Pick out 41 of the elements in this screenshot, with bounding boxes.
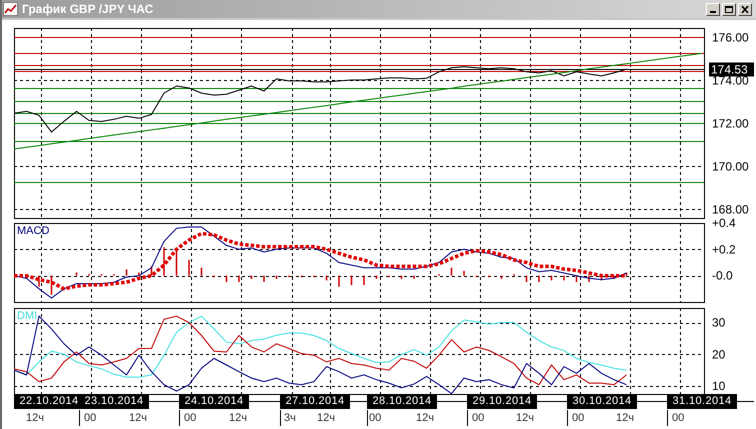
date-label: 28.10.2014 bbox=[367, 394, 437, 409]
maximize-icon bbox=[725, 6, 733, 12]
window-title: График GBP /JPY ЧАС bbox=[22, 1, 154, 18]
axis-label: 10 bbox=[712, 379, 726, 393]
hour-label: 00 bbox=[672, 411, 684, 425]
axis-label: 20 bbox=[712, 347, 726, 362]
date-label: 30.10.2014 bbox=[567, 394, 637, 409]
axis-label: 176.00 bbox=[712, 30, 749, 44]
hour-label: 00 bbox=[84, 411, 96, 425]
close-icon bbox=[741, 6, 749, 12]
hour-label: 12ч bbox=[616, 411, 634, 425]
date-label: 27.10.2014 bbox=[280, 394, 350, 409]
date-label: 29.10.2014 bbox=[467, 394, 537, 409]
axis-label: 172.00 bbox=[712, 116, 749, 130]
hour-label: 12ч bbox=[26, 411, 44, 425]
minimize-button[interactable] bbox=[706, 2, 720, 16]
hour-label: 12ч bbox=[129, 411, 147, 425]
hour-label: 12ч bbox=[317, 411, 335, 425]
axis-label: 170.00 bbox=[712, 159, 749, 174]
hour-label: 3ч bbox=[284, 411, 296, 425]
axis-label: -0.0 bbox=[712, 268, 733, 283]
minimize-icon bbox=[710, 10, 716, 12]
date-label: 24.10.2014 bbox=[179, 394, 249, 409]
hour-label: 12ч bbox=[229, 411, 247, 425]
indicator-title: DMI bbox=[17, 310, 38, 322]
chart-icon bbox=[3, 2, 18, 16]
hour-label: 00 bbox=[369, 411, 382, 425]
axis-label: 30 bbox=[712, 316, 726, 330]
axis-label: +0.4 bbox=[712, 216, 736, 230]
hour-label: 00 bbox=[472, 411, 484, 425]
maximize-button[interactable] bbox=[722, 2, 736, 16]
hour-label: 00 bbox=[572, 411, 584, 425]
axis-label: +0.2 bbox=[712, 242, 736, 256]
axis-label: 168.00 bbox=[712, 202, 749, 216]
price-label: 174.53 bbox=[709, 62, 754, 76]
hour-label: 12ч bbox=[516, 411, 534, 425]
hour-label: 00 bbox=[184, 411, 196, 425]
indicator-title: MACD bbox=[17, 225, 50, 237]
date-label: 31.10.2014 bbox=[667, 394, 737, 409]
hour-label: 12ч bbox=[416, 411, 434, 425]
close-button[interactable] bbox=[738, 2, 752, 16]
